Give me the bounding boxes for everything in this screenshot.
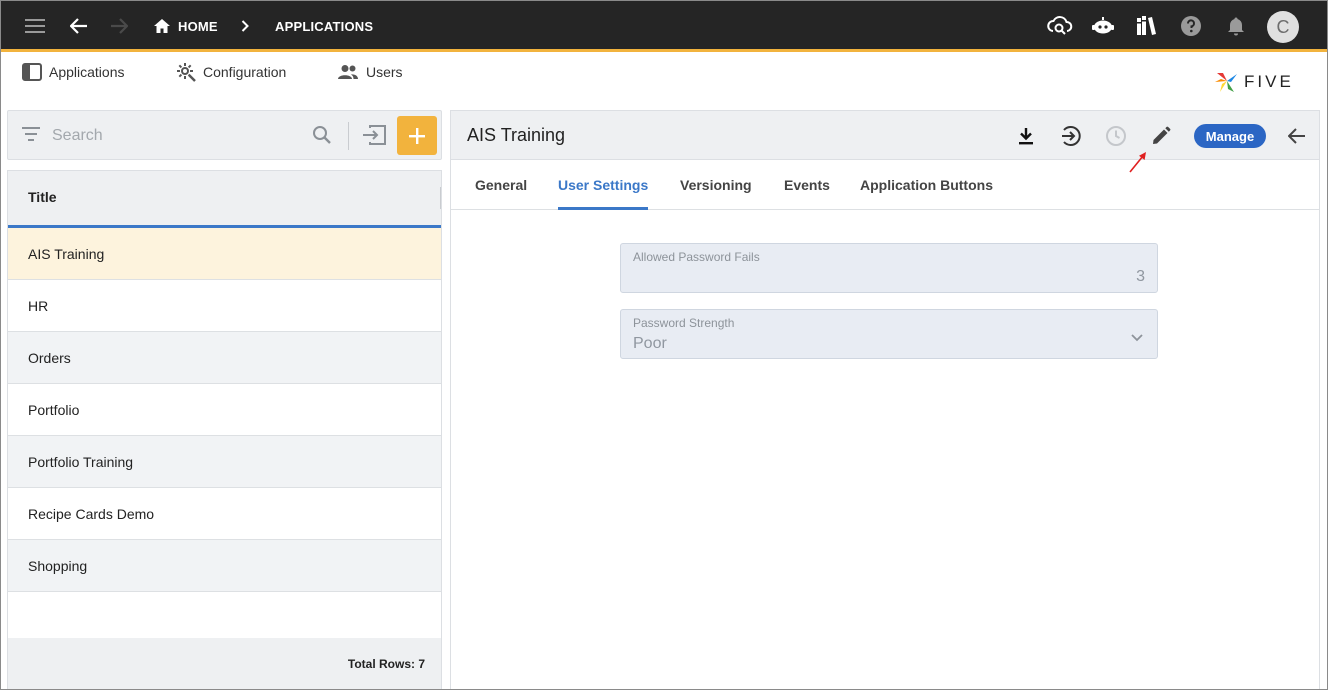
record-form: AIS Training Manage General User Setting…	[450, 110, 1320, 690]
gear-wrench-icon	[177, 63, 196, 82]
password-strength-select[interactable]: Password Strength Poor	[620, 309, 1158, 359]
five-logo: FIVE	[1214, 70, 1294, 94]
list-footer: Total Rows: 7	[8, 638, 441, 690]
help-icon[interactable]	[1178, 0, 1204, 52]
home-icon[interactable]	[152, 0, 172, 52]
five-star-logo-icon	[1215, 73, 1237, 92]
back-arrow-icon[interactable]	[66, 0, 92, 52]
list-item[interactable]: HR	[8, 280, 441, 332]
forward-arrow-icon[interactable]	[106, 0, 132, 52]
list-item[interactable]: Orders	[8, 332, 441, 384]
applications-list: Title AIS Training HR Orders Portfolio P…	[7, 170, 442, 690]
chatbot-icon[interactable]	[1089, 0, 1117, 52]
launch-icon[interactable]	[1057, 123, 1083, 149]
tab-application-buttons[interactable]: Application Buttons	[860, 160, 993, 210]
edit-pencil-icon[interactable]	[1148, 123, 1174, 149]
back-arrow-icon[interactable]	[1284, 123, 1310, 149]
module-tab-users[interactable]: Users	[337, 60, 403, 84]
top-app-bar: HOME APPLICATIONS C	[0, 0, 1328, 52]
manage-button[interactable]: Manage	[1194, 124, 1266, 148]
cloud-search-icon[interactable]	[1046, 0, 1074, 52]
module-tab-applications[interactable]: Applications	[22, 60, 125, 84]
filter-icon[interactable]	[22, 127, 40, 146]
list-item[interactable]: Portfolio	[8, 384, 441, 436]
module-tab-label: Configuration	[203, 64, 287, 80]
breadcrumb-home[interactable]: HOME	[178, 0, 218, 52]
annotation-arrow-icon	[1126, 150, 1150, 179]
tab-events[interactable]: Events	[784, 160, 830, 210]
form-title: AIS Training	[467, 125, 566, 145]
library-books-icon[interactable]	[1133, 0, 1161, 52]
menu-icon[interactable]	[22, 0, 48, 52]
column-header-title[interactable]: Title	[28, 189, 57, 205]
search-divider	[348, 122, 349, 150]
tab-user-settings[interactable]: User Settings	[558, 160, 649, 210]
list-header[interactable]: Title	[8, 171, 441, 228]
add-button[interactable]	[397, 116, 437, 155]
field-value: Poor	[633, 335, 667, 352]
chevron-right-icon	[238, 0, 252, 52]
search-bar	[7, 110, 442, 160]
logo-text: FIVE	[1244, 72, 1294, 91]
breadcrumb-applications[interactable]: APPLICATIONS	[275, 0, 373, 52]
download-icon[interactable]	[1013, 123, 1039, 149]
module-tab-label: Users	[366, 64, 403, 80]
history-clock-icon[interactable]	[1103, 123, 1129, 149]
column-divider	[440, 187, 441, 209]
panel-icon	[22, 63, 42, 81]
search-icon[interactable]	[312, 125, 332, 150]
form-tabs: General User Settings Versioning Events …	[451, 160, 1319, 210]
module-tab-label: Applications	[49, 64, 125, 80]
list-item[interactable]: AIS Training	[8, 228, 441, 280]
module-tab-configuration[interactable]: Configuration	[176, 60, 286, 84]
list-item[interactable]: Shopping	[8, 540, 441, 592]
tab-general[interactable]: General	[475, 160, 527, 210]
allowed-password-fails-field[interactable]: Allowed Password Fails 3	[620, 243, 1158, 293]
field-label: Allowed Password Fails	[633, 250, 760, 264]
list-item[interactable]: Recipe Cards Demo	[8, 488, 441, 540]
plus-icon	[409, 127, 425, 144]
user-avatar[interactable]: C	[1267, 11, 1299, 43]
chevron-down-icon[interactable]	[1131, 329, 1143, 347]
field-label: Password Strength	[633, 316, 735, 330]
form-header: AIS Training Manage	[451, 111, 1319, 160]
import-icon[interactable]	[362, 125, 386, 150]
list-item[interactable]: Portfolio Training	[8, 436, 441, 488]
tab-versioning[interactable]: Versioning	[680, 160, 752, 210]
field-value: 3	[1136, 268, 1145, 285]
users-icon	[338, 65, 358, 79]
notifications-bell-icon[interactable]	[1223, 0, 1249, 52]
search-input[interactable]	[52, 124, 302, 148]
total-rows: Total Rows: 7	[347, 657, 425, 671]
